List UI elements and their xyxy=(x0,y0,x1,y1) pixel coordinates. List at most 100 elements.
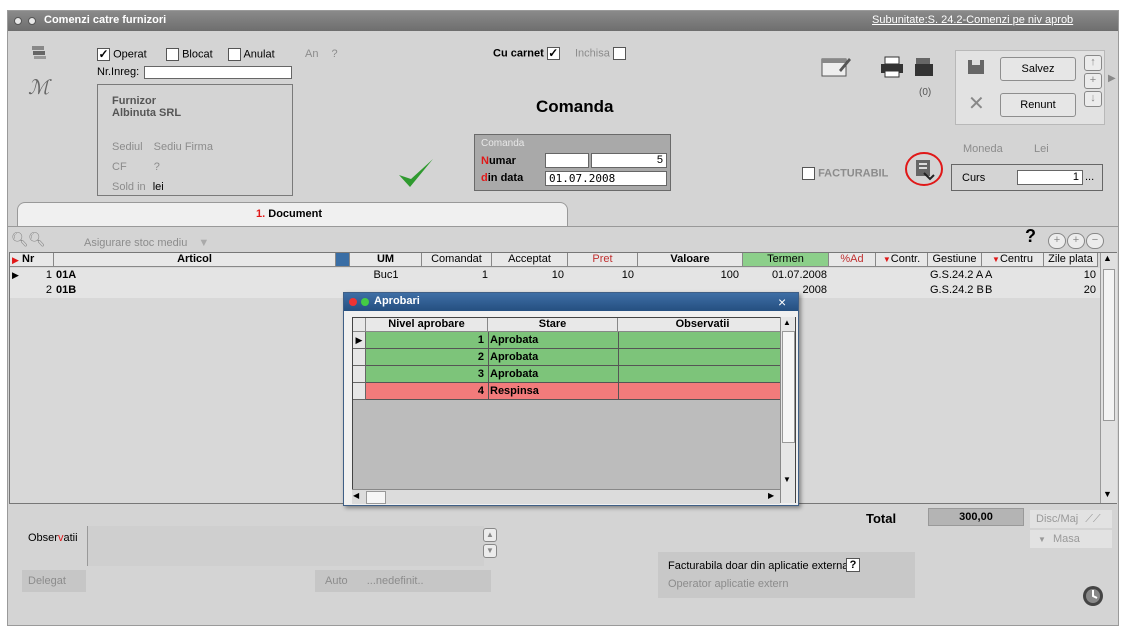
disc-maj-button[interactable]: Disc/Maj ⟋⟋ xyxy=(1030,510,1112,528)
row-gestiune[interactable]: G.S.24.2 A xyxy=(930,268,983,282)
operat-checkbox[interactable]: ✓ Operat xyxy=(97,48,147,61)
col-observatii[interactable]: Observatii xyxy=(618,318,788,332)
row-centru[interactable]: B xyxy=(985,283,992,297)
dialog-min-dot-icon[interactable] xyxy=(361,298,369,306)
folder-icon[interactable] xyxy=(914,56,934,81)
row-gestiune[interactable]: G.S.24.2 B xyxy=(930,283,984,297)
approval-state[interactable]: Aprobata xyxy=(490,333,538,347)
col-termen[interactable]: Termen xyxy=(743,253,829,267)
row-zile[interactable]: 10 xyxy=(1044,268,1096,282)
facturabil-check-box[interactable] xyxy=(802,167,815,180)
print-icon[interactable] xyxy=(880,56,904,81)
anulat-checkbox[interactable]: Anulat xyxy=(228,48,275,61)
delete-row-button[interactable]: − xyxy=(1086,233,1104,249)
close-dot-icon[interactable] xyxy=(14,17,22,25)
expand-right-icon[interactable]: ▶ xyxy=(1108,73,1116,84)
row-um[interactable]: Buc1 xyxy=(350,268,422,282)
row-termen[interactable]: 01.07.2008 xyxy=(743,268,827,282)
approvals-vscroll[interactable]: ▲ ▼ xyxy=(780,317,795,503)
row-comandat[interactable]: 1 xyxy=(422,268,488,282)
col-separator-icon[interactable] xyxy=(336,253,350,267)
approval-row[interactable]: 4 Respinsa xyxy=(353,383,788,400)
blocat-check-box[interactable] xyxy=(166,48,179,61)
observatii-scroll-down-icon[interactable]: ▼ xyxy=(483,544,497,558)
col-centru[interactable]: ▼Centru cos xyxy=(982,253,1044,278)
green-check-icon[interactable] xyxy=(396,157,436,194)
col-zile[interactable]: Zile plata xyxy=(1044,253,1098,267)
approval-state[interactable]: Aprobata xyxy=(490,367,538,381)
help-icon[interactable]: ? xyxy=(1025,226,1036,247)
minimize-dot-icon[interactable] xyxy=(28,17,36,25)
approval-level[interactable]: 3 xyxy=(366,367,484,381)
curs-input[interactable]: 1 xyxy=(1017,170,1083,185)
row-acceptat[interactable]: 10 xyxy=(492,268,564,282)
dialog-close-icon[interactable]: × xyxy=(778,294,786,310)
numar-series-input[interactable] xyxy=(545,153,589,168)
col-articol[interactable]: Articol xyxy=(54,253,336,267)
save-button[interactable]: Salvez xyxy=(1000,57,1076,81)
tab-document[interactable]: 1. Document xyxy=(17,202,568,227)
approval-level[interactable]: 1 xyxy=(366,333,484,347)
row-centru[interactable]: A xyxy=(985,268,992,282)
approval-level[interactable]: 4 xyxy=(366,384,484,398)
plus-nav-button[interactable]: + xyxy=(1084,73,1102,89)
facturabil-checkbox[interactable]: FACTURABIL xyxy=(802,167,888,180)
approval-row[interactable]: 3 Aprobata xyxy=(353,366,788,383)
approval-row[interactable]: ▶ 1 Aprobata xyxy=(353,332,788,349)
approvals-scroll-up-icon[interactable]: ▲ xyxy=(783,318,791,327)
col-nivel-aprobare[interactable]: Nivel aprobare xyxy=(366,318,488,332)
col-contr[interactable]: ▼Contr. xyxy=(876,253,928,267)
masa-button[interactable]: ▼ Masa xyxy=(1030,530,1112,548)
col-ad[interactable]: %Ad xyxy=(829,253,876,267)
cancel-button[interactable]: Renunt xyxy=(1000,93,1076,117)
operat-check-box[interactable]: ✓ xyxy=(97,48,110,61)
dialog-close-dot-icon[interactable] xyxy=(349,298,357,306)
scroll-down-icon[interactable]: ▼ xyxy=(1103,489,1112,499)
subunit-link[interactable]: Subunitate:S. 24.2-Comenzi pe niv aprob xyxy=(872,14,1073,26)
date-input[interactable]: 01.07.2008 xyxy=(545,171,667,186)
numar-input[interactable]: 5 xyxy=(591,153,667,168)
inchisa-checkbox[interactable]: Inchisa xyxy=(575,47,626,60)
row-zile[interactable]: 20 xyxy=(1044,283,1096,297)
col-um[interactable]: UM xyxy=(350,253,422,267)
auto-field[interactable]: Auto ...nedefinit.. xyxy=(315,570,491,592)
approval-row[interactable]: 2 Aprobata xyxy=(353,349,788,366)
edit-document-icon[interactable] xyxy=(821,56,851,81)
blocat-checkbox[interactable]: Blocat xyxy=(166,48,213,61)
ext-facturabil-checkbox[interactable]: ? xyxy=(846,558,860,572)
col-pret[interactable]: Pret xyxy=(568,253,638,267)
observatii-textarea[interactable] xyxy=(87,526,484,566)
approvals-scroll-thumb[interactable] xyxy=(782,331,795,443)
scroll-thumb[interactable] xyxy=(1103,269,1115,421)
approvals-scroll-right-icon[interactable]: ▶ xyxy=(768,491,774,500)
stack-icon[interactable] xyxy=(30,44,48,60)
approvals-scroll-down-icon[interactable]: ▼ xyxy=(783,475,791,484)
approval-state[interactable]: Respinsa xyxy=(490,384,539,398)
search-icon[interactable]: 🔍︎ xyxy=(11,231,29,248)
cu-carnet-check-box[interactable]: ✓ xyxy=(546,47,560,60)
approval-level[interactable]: 2 xyxy=(366,350,484,364)
col-acceptat[interactable]: Acceptat xyxy=(492,253,568,267)
col-comandat[interactable]: Comandat xyxy=(422,253,492,267)
approvals-icon[interactable] xyxy=(904,151,944,187)
clock-icon[interactable] xyxy=(1082,585,1104,610)
insert-row-button[interactable]: + xyxy=(1067,233,1085,249)
anulat-check-box[interactable] xyxy=(228,48,241,61)
search-next-icon[interactable]: 🔍︎ xyxy=(28,231,46,248)
supplier-name[interactable]: Albinuta SRL xyxy=(112,107,181,119)
nr-inreg-input[interactable] xyxy=(144,66,292,79)
col-gestiune[interactable]: Gestiune xyxy=(928,253,982,267)
up-arrow-button[interactable]: ↑ xyxy=(1084,55,1102,71)
approval-state[interactable]: Aprobata xyxy=(490,350,538,364)
col-valoare[interactable]: Valoare xyxy=(638,253,743,267)
grid-scrollbar[interactable]: ▲ ▼ xyxy=(1100,253,1117,503)
scroll-up-icon[interactable]: ▲ xyxy=(1103,253,1112,263)
asigurare-select[interactable]: Asigurare stoc mediu ▼ xyxy=(84,237,209,249)
down-arrow-button[interactable]: ↓ xyxy=(1084,91,1102,107)
observatii-scroll-up-icon[interactable]: ▲ xyxy=(483,528,497,542)
approvals-hscroll-thumb[interactable] xyxy=(366,491,386,504)
row-articol[interactable]: 01A xyxy=(56,268,76,282)
table-row[interactable]: ▶ 1 01A Buc1 1 10 10 100 01.07.2008 G.S.… xyxy=(10,268,1100,283)
inchisa-check-box[interactable] xyxy=(612,47,626,60)
col-stare[interactable]: Stare xyxy=(488,318,618,332)
